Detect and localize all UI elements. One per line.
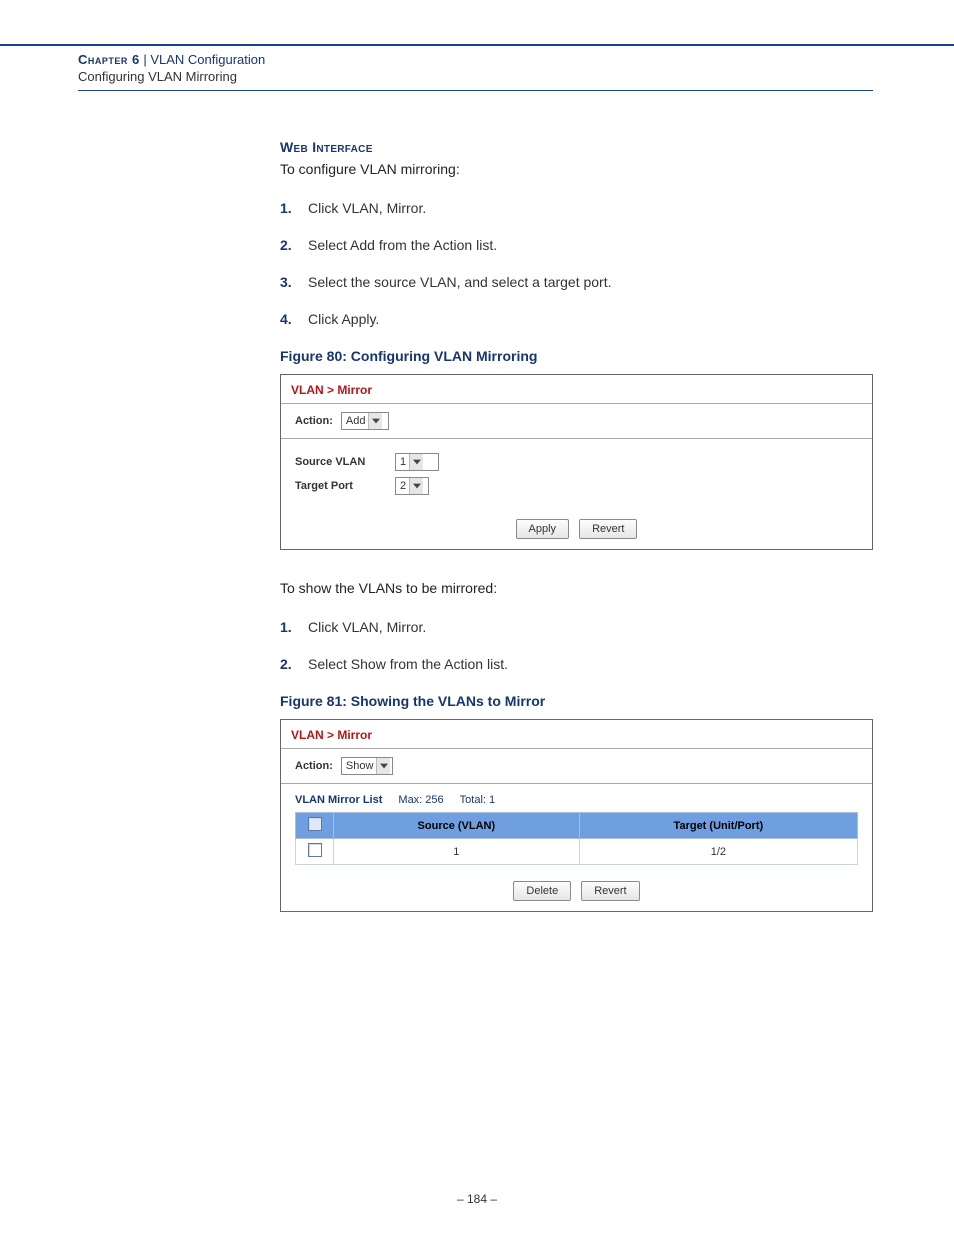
source-vlan-value: 1 [400, 456, 406, 468]
target-port-value: 2 [400, 480, 406, 492]
step-text: Select Show from the Action list. [308, 654, 508, 675]
header-subtitle: Configuring VLAN Mirroring [78, 69, 873, 84]
action-select[interactable]: Add [341, 412, 389, 430]
cell-target: 1/2 [579, 839, 857, 865]
step-number: 2. [280, 654, 298, 675]
step-text: Select Add from the Action list. [308, 235, 497, 256]
header-divider: | [140, 52, 151, 67]
page-number: – 184 – [0, 1192, 954, 1226]
action-select-value: Add [346, 415, 366, 427]
source-vlan-select[interactable]: 1 [395, 453, 439, 471]
steps-configure: 1. Click VLAN, Mirror. 2. Select Add from … [280, 198, 873, 330]
steps-show: 1. Click VLAN, Mirror. 2. Select Show from… [280, 617, 873, 675]
figure81-panel: VLAN > Mirror Action: Show VLAN Mirror L… [280, 719, 873, 912]
mirror-list-max: Max: 256 [398, 794, 443, 806]
step-number: 1. [280, 617, 298, 638]
source-vlan-label: Source VLAN [295, 456, 395, 468]
apply-button[interactable]: Apply [516, 519, 570, 539]
chevron-down-icon [376, 758, 390, 774]
chapter-title: VLAN Configuration [150, 52, 265, 67]
page-header: Chapter 6 | VLAN Configuration Configuri… [78, 52, 873, 91]
chevron-down-icon [409, 454, 423, 470]
target-port-select[interactable]: 2 [395, 477, 429, 495]
figure80-caption: Figure 80: Configuring VLAN Mirroring [280, 348, 873, 364]
intro-show: To show the VLANs to be mirrored: [280, 578, 873, 599]
revert-button[interactable]: Revert [579, 519, 637, 539]
select-all-checkbox[interactable] [308, 817, 322, 831]
action-label: Action: [295, 415, 333, 427]
action-select-value: Show [346, 760, 374, 772]
breadcrumb: VLAN > Mirror [281, 720, 872, 748]
step-number: 4. [280, 309, 298, 330]
mirror-table: Source (VLAN) Target (Unit/Port) 1 1/2 [295, 812, 858, 865]
breadcrumb: VLAN > Mirror [281, 375, 872, 403]
action-label: Action: [295, 760, 333, 772]
chevron-down-icon [368, 413, 382, 429]
section-web-interface: Web Interface [280, 139, 873, 155]
step-text: Click VLAN, Mirror. [308, 617, 426, 638]
delete-button[interactable]: Delete [513, 881, 571, 901]
cell-source: 1 [334, 839, 580, 865]
figure80-panel: VLAN > Mirror Action: Add Source VLAN 1 [280, 374, 873, 550]
table-row: 1 1/2 [296, 839, 858, 865]
revert-button[interactable]: Revert [581, 881, 639, 901]
step-number: 1. [280, 198, 298, 219]
col-source: Source (VLAN) [334, 813, 580, 839]
row-checkbox[interactable] [308, 843, 322, 857]
chevron-down-icon [409, 478, 423, 494]
step-text: Click Apply. [308, 309, 379, 330]
figure81-caption: Figure 81: Showing the VLANs to Mirror [280, 693, 873, 709]
action-select[interactable]: Show [341, 757, 393, 775]
intro-configure: To configure VLAN mirroring: [280, 159, 873, 180]
mirror-list-label: VLAN Mirror List [295, 794, 382, 806]
step-text: Click VLAN, Mirror. [308, 198, 426, 219]
mirror-list-total: Total: 1 [460, 794, 495, 806]
col-target: Target (Unit/Port) [579, 813, 857, 839]
step-number: 3. [280, 272, 298, 293]
chapter-label: Chapter 6 [78, 52, 140, 67]
step-number: 2. [280, 235, 298, 256]
target-port-label: Target Port [295, 480, 395, 492]
step-text: Select the source VLAN, and select a tar… [308, 272, 612, 293]
